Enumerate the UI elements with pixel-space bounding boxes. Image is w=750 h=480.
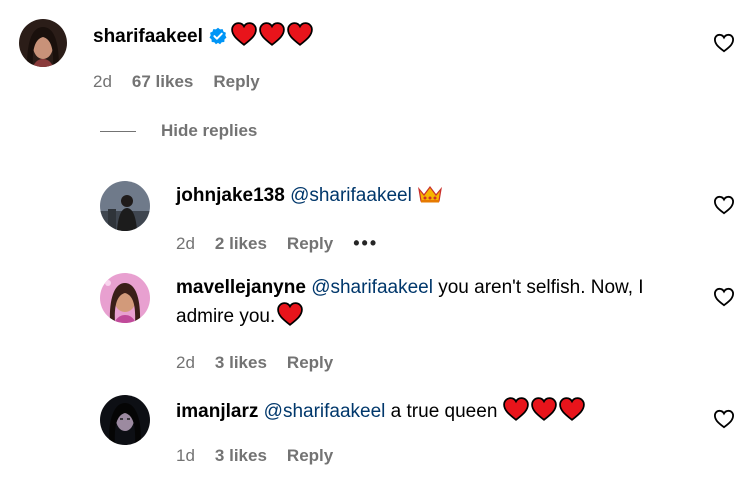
comment-text: a true queen [385,401,503,422]
timestamp: 2d [176,233,195,253]
mention-link[interactable]: @sharifaakeel [311,277,433,298]
comment-text: admire you. [176,306,276,327]
reply-text-block: mavellejanyne @sharifaakeel you aren't s… [176,274,696,335]
like-heart-icon[interactable] [713,33,735,55]
heart-emoji-icon [259,22,285,53]
timestamp: 2d [176,353,195,372]
comment-meta: 2d 67 likes Reply [93,72,260,92]
heart-emoji-icon [503,397,529,428]
reply-button[interactable]: Reply [213,72,259,92]
comment-text: you aren't selfish. Now, I [432,277,644,298]
like-heart-icon[interactable] [713,195,735,217]
reply-header: johnjake138 @sharifaakeel [176,184,443,211]
divider-line [100,130,136,132]
heart-emoji-icon [559,397,585,428]
avatar[interactable] [19,19,67,67]
avatar[interactable] [100,273,150,323]
timestamp: 1d [176,446,195,465]
username[interactable]: johnjake138 [176,185,285,206]
heart-emoji-icon [277,302,303,335]
likes-count[interactable]: 2 likes [215,234,267,254]
username[interactable]: mavellejanyne [176,277,306,298]
likes-count[interactable]: 3 likes [215,353,267,373]
reply-meta: 2d 3 likes Reply [176,353,333,373]
crown-icon [417,184,443,211]
verified-badge-icon [209,27,227,52]
heart-emoji-icon [287,22,313,53]
like-heart-icon[interactable] [713,409,735,431]
reply-button[interactable]: Reply [287,446,333,466]
username[interactable]: sharifaakeel [93,26,203,47]
comment-header: sharifaakeel [93,22,315,53]
avatar[interactable] [100,181,150,231]
timestamp: 2d [93,72,112,91]
reply-button[interactable]: Reply [287,234,333,254]
reply-button[interactable]: Reply [287,353,333,373]
mention-link[interactable]: @sharifaakeel [264,401,386,422]
avatar[interactable] [100,395,150,445]
more-options-icon[interactable]: ••• [353,233,378,254]
likes-count[interactable]: 67 likes [132,72,193,92]
heart-emoji-icon [231,22,257,53]
likes-count[interactable]: 3 likes [215,446,267,466]
mention-link[interactable]: @sharifaakeel [290,185,412,206]
hide-replies-button[interactable]: Hide replies [100,121,257,141]
heart-emoji-icon [531,397,557,428]
reply-header: imanjlarz @sharifaakeel a true queen [176,397,587,428]
username[interactable]: imanjlarz [176,401,258,422]
reply-meta: 2d 2 likes Reply ••• [176,233,378,254]
like-heart-icon[interactable] [713,287,735,309]
reply-meta: 1d 3 likes Reply [176,446,333,466]
hide-replies-label: Hide replies [161,121,258,140]
